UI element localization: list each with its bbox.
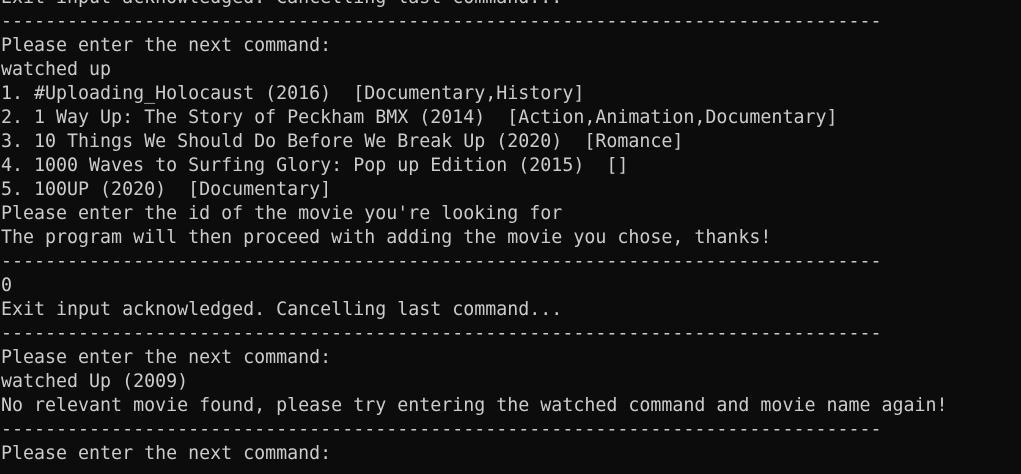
user-input-line: 0 [1,275,13,296]
search-result-4: 4. 1000 Waves to Surfing Glory: Pop up E… [1,155,629,176]
user-input-line: watched Up (2009) [1,371,189,392]
separator-line: ----------------------------------------… [1,11,882,32]
search-result-2: 2. 1 Way Up: The Story of Peckham BMX (2… [1,107,838,128]
search-result-5: 5. 100UP (2020) [Documentary] [1,179,332,200]
terminal-line: Exit input acknowledged. Cancelling last… [1,299,563,320]
separator-line: ----------------------------------------… [1,251,882,272]
search-result-3: 3. 10 Things We Should Do Before We Brea… [1,131,684,152]
user-input-line: watched up [1,59,112,80]
prompt-line: Please enter the next command: [1,347,332,368]
terminal-output: Exit input acknowledged. Cancelling last… [1,0,948,466]
prompt-line[interactable]: Please enter the next command: [1,442,948,466]
prompt-line: Please enter the next command: [1,35,332,56]
terminal-line: Exit input acknowledged. Cancelling last… [1,0,948,10]
instruction-line: Please enter the id of the movie you're … [1,203,563,224]
separator-line: ----------------------------------------… [1,419,882,440]
terminal-window[interactable]: Exit input acknowledged. Cancelling last… [0,0,1021,474]
search-result-1: 1. #Uploading_Holocaust (2016) [Document… [1,83,585,104]
separator-line: ----------------------------------------… [1,323,882,344]
instruction-line: The program will then proceed with addin… [1,227,772,248]
error-message-line: No relevant movie found, please try ente… [1,395,948,416]
